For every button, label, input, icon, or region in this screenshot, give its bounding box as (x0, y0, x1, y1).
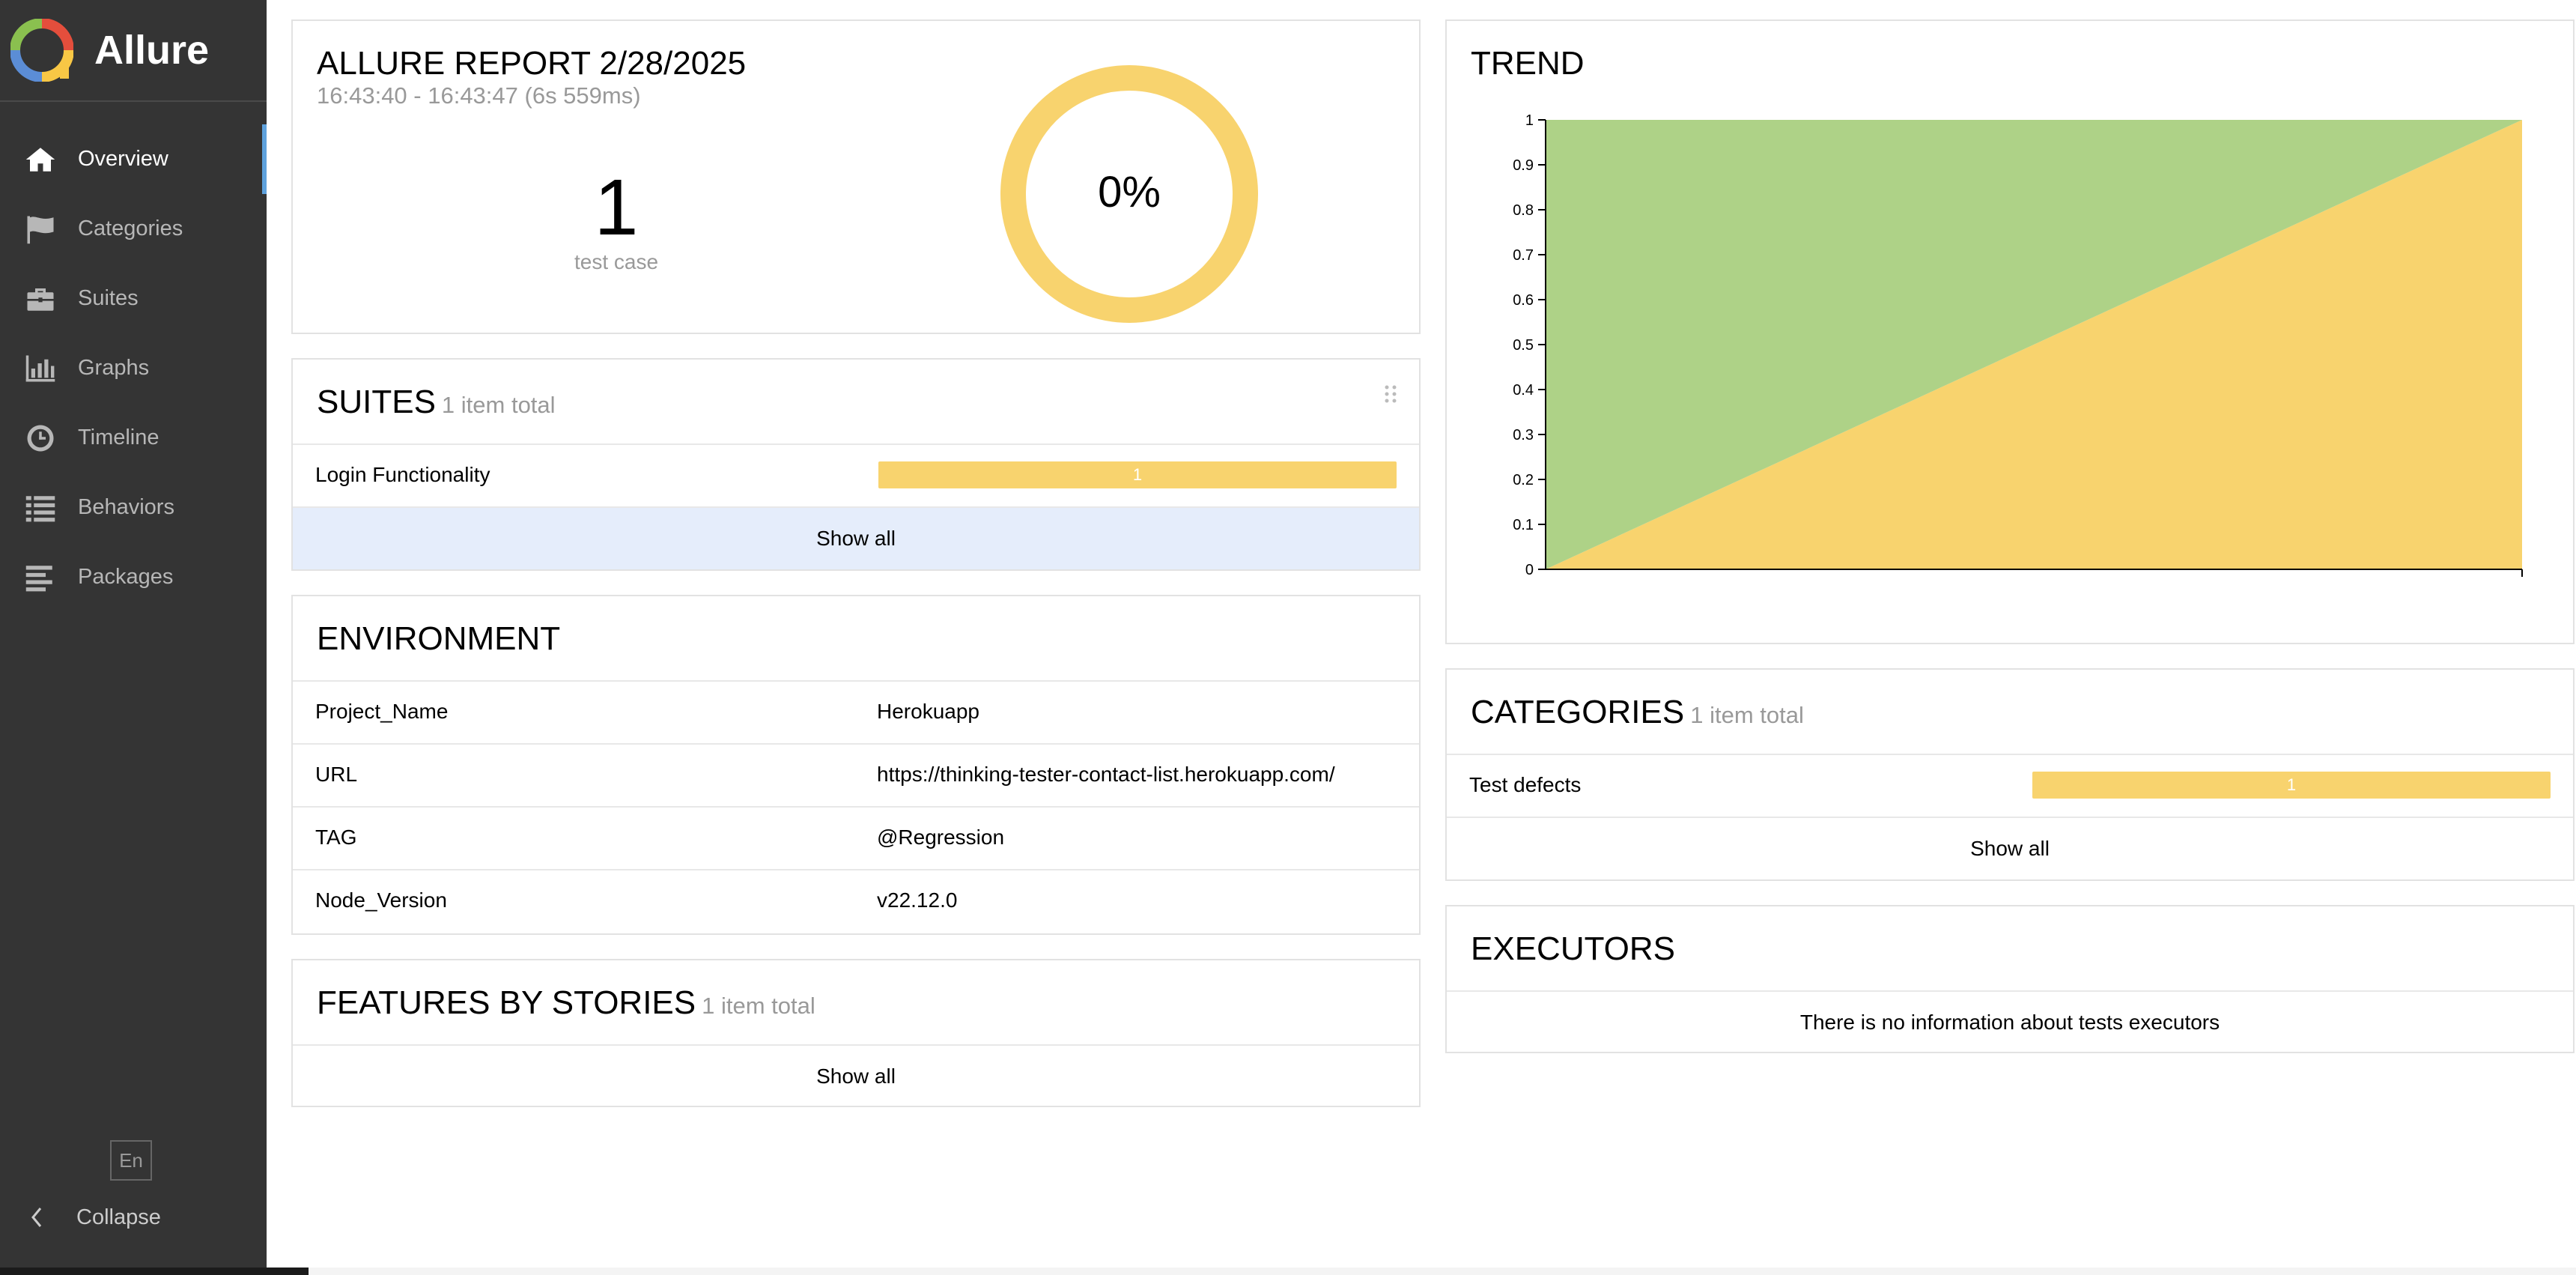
sidebar-item-overview[interactable]: Overview (0, 124, 267, 194)
features-count: 1 item total (702, 993, 815, 1019)
home-icon (22, 142, 58, 178)
environment-key: URL (315, 763, 358, 786)
environment-key: Project_Name (315, 700, 449, 723)
trend-y-tick-label: 0.6 (1513, 292, 1534, 309)
sidebar-item-label: Graphs (78, 356, 150, 380)
report-time-range: 16:43:40 - 16:43:47 (6s 559ms) (317, 82, 641, 109)
trend-y-tick-label: 0.2 (1513, 472, 1534, 488)
environment-row: TAG @Regression (293, 806, 1419, 869)
features-show-all-button[interactable]: Show all (293, 1044, 1419, 1107)
suites-widget: SUITES 1 item total Login Functionality 1… (291, 358, 1421, 571)
suites-count: 1 item total (441, 392, 556, 418)
sidebar-item-label: Behaviors (78, 495, 174, 519)
sidebar-item-label: Categories (78, 216, 183, 240)
environment-key: TAG (315, 826, 357, 849)
suite-name: Login Functionality (315, 463, 490, 486)
trend-y-tick-label: 0.5 (1513, 337, 1534, 354)
report-title: ALLURE REPORT 2/28/2025 (317, 45, 747, 82)
environment-value: v22.12.0 (877, 888, 958, 912)
test-count: 1 (594, 163, 639, 252)
collapse-button[interactable]: Collapse (28, 1199, 161, 1236)
trend-y-tick-label: 0.3 (1513, 427, 1534, 443)
environment-value: @Regression (877, 826, 1005, 849)
executors-empty-message: There is no information about tests exec… (1447, 990, 2573, 1053)
trend-y-tick-label: 0.1 (1513, 517, 1534, 533)
categories-show-all-button[interactable]: Show all (1447, 817, 2573, 879)
category-status-bar[interactable]: 1 (2032, 772, 2551, 799)
features-title-text: FEATURES BY STORIES (317, 984, 696, 1021)
sidebar-item-label: Packages (78, 565, 174, 589)
summary-widget: ALLURE REPORT 2/28/2025 16:43:40 - 16:43… (291, 19, 1421, 334)
environment-widget: ENVIRONMENT Project_Name Herokuapp URL h… (291, 595, 1421, 935)
suite-status-bar[interactable]: 1 (878, 461, 1397, 488)
features-title: FEATURES BY STORIES 1 item total (317, 984, 815, 1022)
features-widget: FEATURES BY STORIES 1 item total Show all (291, 959, 1421, 1107)
list-icon (22, 490, 58, 526)
align-left-icon (22, 560, 58, 596)
sidebar-nav: Overview Categories Suites Graphs Timeli… (0, 124, 267, 612)
trend-chart: 0 0.1 0.2 0.3 0.4 0.5 0.6 0.7 0.8 0.9 1 (1513, 112, 2523, 578)
environment-row: URL https://thinking-tester-contact-list… (293, 743, 1419, 806)
trend-y-tick-label: 0.9 (1513, 157, 1534, 174)
executors-widget: EXECUTORS There is no information about … (1445, 905, 2575, 1053)
sidebar-item-categories[interactable]: Categories (0, 194, 267, 264)
drag-handle-icon[interactable] (1385, 385, 1397, 403)
sidebar-item-graphs[interactable]: Graphs (0, 333, 267, 403)
categories-title: CATEGORIES 1 item total (1471, 694, 1804, 731)
collapse-label: Collapse (76, 1205, 161, 1229)
sidebar-item-behaviors[interactable]: Behaviors (0, 473, 267, 542)
category-name: Test defects (1469, 773, 1582, 796)
suites-title: SUITES 1 item total (317, 384, 556, 421)
sidebar: Allure Overview Categories Suites Graphs (0, 0, 267, 1275)
trend-y-tick-label: 0.8 (1513, 202, 1534, 219)
environment-title: ENVIRONMENT (317, 620, 561, 657)
bottom-scrollbar-track (267, 1268, 2576, 1275)
environment-value: https://thinking-tester-contact-list.her… (877, 763, 1335, 786)
suite-row[interactable]: Login Functionality 1 (293, 443, 1419, 506)
allure-logo-icon (10, 19, 73, 82)
sidebar-item-label: Overview (78, 147, 168, 171)
chevron-left-icon (31, 1208, 42, 1227)
trend-y-tick-label: 0.7 (1513, 247, 1534, 264)
bottom-scrollbar-thumb[interactable] (0, 1268, 309, 1275)
clock-icon (22, 420, 58, 456)
brand[interactable]: Allure (0, 0, 267, 102)
categories-count: 1 item total (1690, 702, 1804, 728)
environment-key: Node_Version (315, 888, 447, 912)
language-switcher[interactable]: En (110, 1140, 152, 1181)
briefcase-icon (22, 281, 58, 317)
environment-value: Herokuapp (877, 700, 979, 723)
app-name: Allure (94, 28, 210, 73)
categories-title-text: CATEGORIES (1471, 694, 1685, 730)
sidebar-item-timeline[interactable]: Timeline (0, 403, 267, 473)
flag-icon (22, 211, 58, 247)
suites-title-text: SUITES (317, 384, 436, 420)
trend-y-tick-label: 1 (1525, 112, 1534, 129)
test-count-label: test case (574, 250, 659, 273)
sidebar-item-label: Suites (78, 286, 139, 310)
success-rate-percent: 0% (1098, 168, 1161, 216)
sidebar-item-packages[interactable]: Packages (0, 542, 267, 612)
trend-y-tick-label: 0 (1525, 562, 1534, 578)
environment-row: Node_Version v22.12.0 (293, 869, 1419, 932)
sidebar-item-suites[interactable]: Suites (0, 264, 267, 333)
category-row[interactable]: Test defects 1 (1447, 754, 2573, 817)
sidebar-item-label: Timeline (78, 425, 160, 449)
bar-chart-icon (22, 351, 58, 387)
executors-title: EXECUTORS (1471, 930, 1676, 967)
suites-show-all-button[interactable]: Show all (293, 506, 1419, 569)
trend-widget: TREND 0 0.1 0.2 0.3 0.4 0.5 0.6 0.7 0.8 0.9 1 (1445, 19, 2575, 644)
categories-widget: CATEGORIES 1 item total Test defects 1 Sh… (1445, 668, 2575, 881)
environment-row: Project_Name Herokuapp (293, 680, 1419, 743)
trend-y-tick-label: 0.4 (1513, 382, 1534, 399)
